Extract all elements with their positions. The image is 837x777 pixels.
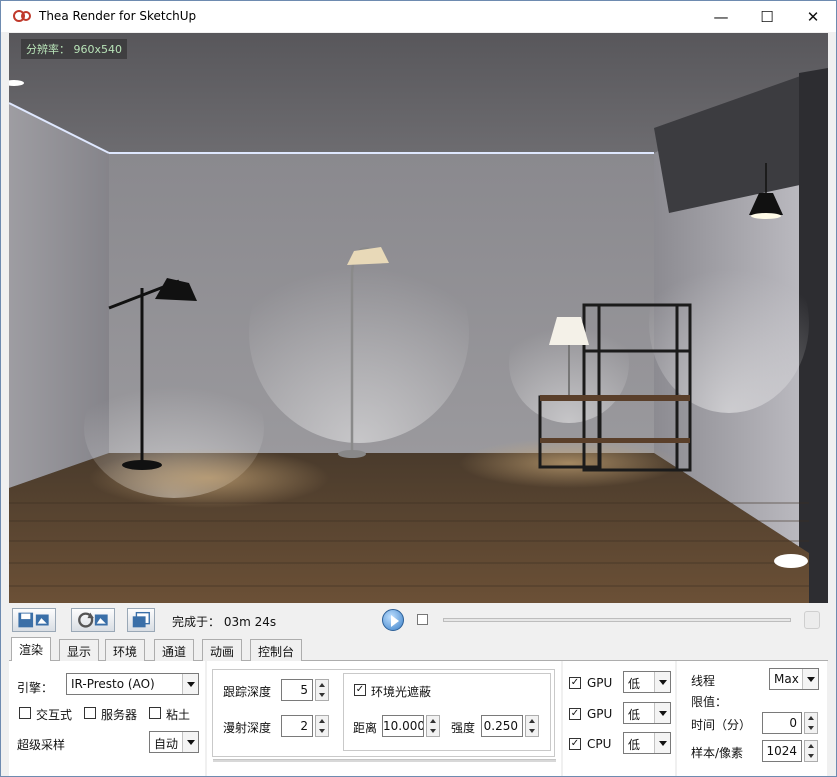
tab-animation[interactable]: 动画 (202, 639, 243, 661)
engine-select[interactable]: IR-Presto (AO) (66, 673, 199, 695)
device-cpu-priority[interactable]: 低 (623, 732, 671, 754)
refresh-render-icon (78, 612, 108, 628)
chevron-down-icon (802, 669, 818, 689)
save-image-button[interactable] (12, 608, 56, 632)
device-gpu1-label: GPU (587, 676, 613, 690)
copy-image-button[interactable] (127, 608, 155, 632)
distance-spinner[interactable] (426, 715, 440, 737)
close-button[interactable]: ✕ (790, 1, 836, 32)
settings-tabs: 渲染 显示 环境 通道 动画 控制台 (9, 637, 828, 662)
threads-select[interactable]: Max (769, 668, 819, 690)
device-gpu2-label: GPU (587, 707, 613, 721)
server-checkbox[interactable] (84, 707, 96, 719)
chevron-down-icon (182, 674, 198, 694)
device-cpu-checkbox[interactable]: ✓ (569, 738, 581, 750)
ao-label: 环境光遮蔽 (371, 685, 432, 699)
chevron-down-icon (654, 703, 670, 723)
minimize-button[interactable]: — (698, 1, 744, 32)
maximize-icon: ☐ (760, 7, 774, 26)
intensity-input[interactable]: 0.250 (481, 715, 523, 737)
maximize-button[interactable]: ☐ (744, 1, 790, 32)
limits-panel: 线程 Max 限值： 时间（分） 0 样本/像素 1024 (677, 661, 827, 776)
play-button[interactable] (382, 609, 404, 631)
device-gpu2-checkbox[interactable]: ✓ (569, 708, 581, 720)
trace-depth-input[interactable]: 5 (281, 679, 313, 701)
panel-scrollbar[interactable] (213, 759, 556, 762)
device-cpu-label: CPU (587, 737, 612, 751)
close-icon: ✕ (806, 7, 820, 26)
samples-input[interactable]: 1024 (762, 740, 802, 762)
app-window: Thea Render for SketchUp — ☐ ✕ 分辨率： 960x… (0, 0, 837, 777)
tab-display[interactable]: 显示 (59, 639, 100, 661)
threads-label: 线程 (691, 674, 716, 688)
device-panel: ✓ GPU 低 ✓ GPU 低 ✓ CPU 低 (563, 661, 675, 776)
chevron-down-icon (654, 672, 670, 692)
copy-image-icon (132, 611, 150, 628)
samples-spinner[interactable] (804, 740, 818, 762)
distance-label: 距离 (353, 721, 378, 735)
title-bar[interactable]: Thea Render for SketchUp — ☐ ✕ (1, 1, 836, 32)
trace-depth-label: 跟踪深度 (223, 685, 272, 699)
diffuse-depth-label: 漫射深度 (223, 721, 272, 735)
device-gpu1-priority[interactable]: 低 (623, 671, 671, 693)
render-toolbar: 完成于： 03m 24s (9, 605, 828, 635)
engine-label: 引擎： (17, 681, 54, 695)
chevron-down-icon (182, 732, 198, 752)
resolution-label: 分辨率： 960x540 (21, 39, 127, 59)
loop-checkbox[interactable] (417, 614, 428, 625)
device-gpu1-checkbox[interactable]: ✓ (569, 677, 581, 689)
intensity-spinner[interactable] (525, 715, 539, 737)
render-viewport[interactable]: 分辨率： 960x540 (9, 33, 828, 603)
ao-checkbox[interactable]: ✓ (354, 684, 366, 696)
save-image-icon (18, 612, 49, 628)
device-gpu2-priority[interactable]: 低 (623, 702, 671, 724)
clay-checkbox[interactable] (149, 707, 161, 719)
time-label: 时间（分） (691, 718, 752, 732)
tab-render[interactable]: 渲染 (11, 637, 52, 662)
trace-depth-spinner[interactable] (315, 679, 329, 701)
tab-console[interactable]: 控制台 (250, 639, 303, 661)
render-image (9, 33, 828, 603)
diffuse-depth-spinner[interactable] (315, 715, 329, 737)
trace-panel: 跟踪深度 5 漫射深度 2 ✓ 环境光遮蔽 距离 10.000 强度 0.250 (207, 661, 561, 776)
intensity-label: 强度 (451, 721, 476, 735)
diffuse-depth-input[interactable]: 2 (281, 715, 313, 737)
minimize-icon: — (713, 7, 729, 26)
time-spinner[interactable] (804, 712, 818, 734)
server-label: 服务器 (101, 708, 138, 722)
time-input[interactable]: 0 (762, 712, 802, 734)
tab-channels[interactable]: 通道 (154, 639, 195, 661)
samples-label: 样本/像素 (691, 746, 744, 760)
distance-input[interactable]: 10.000 (382, 715, 424, 737)
engine-panel: 引擎： IR-Presto (AO) 交互式 服务器 粘土 超级采样 自动 (9, 661, 205, 776)
timeline-slider[interactable] (443, 618, 791, 622)
completion-time-label: 完成于： 03m 24s (172, 615, 277, 629)
refresh-render-button[interactable] (71, 608, 115, 632)
tab-environment[interactable]: 环境 (105, 639, 146, 661)
chevron-down-icon (654, 733, 670, 753)
thea-logo-icon (13, 9, 33, 23)
supersampling-label: 超级采样 (17, 738, 66, 752)
window-title: Thea Render for SketchUp (39, 9, 197, 23)
limit-label: 限值： (691, 695, 728, 709)
interactive-checkbox[interactable] (19, 707, 31, 719)
slider-end-button[interactable] (804, 611, 820, 629)
interactive-label: 交互式 (36, 708, 73, 722)
clay-label: 粘土 (166, 708, 191, 722)
supersampling-select[interactable]: 自动 (149, 731, 199, 753)
